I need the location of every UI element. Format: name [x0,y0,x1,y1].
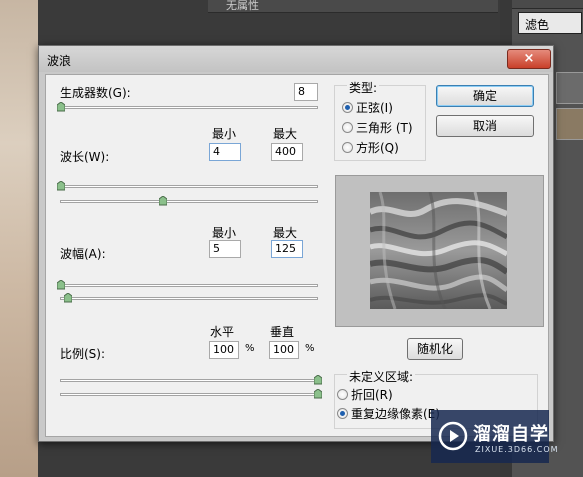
scale-vertical-slider-track[interactable] [60,393,318,396]
scale-horizontal-header: 水平 [210,325,235,339]
wave-dialog: 波浪 × 生成器数(G): 8 最小 最大 波长(W): 4 400 最小 最大… [38,45,554,442]
dialog-title: 波浪 [47,54,72,68]
close-button[interactable]: × [507,49,551,69]
dialog-titlebar[interactable]: 波浪 × [39,46,553,72]
wavelength-min-slider-thumb[interactable] [57,181,65,191]
type-group-title: 类型: [347,79,380,96]
layer-thumbnail[interactable] [556,108,583,140]
wavelength-min-input[interactable]: 4 [209,143,241,161]
properties-label: 无属性 [226,0,259,12]
scale-vertical-slider-thumb[interactable] [314,389,322,399]
generators-slider-thumb[interactable] [57,102,65,112]
amplitude-min-input[interactable]: 5 [209,240,241,258]
wavelength-max-slider-track[interactable] [60,200,318,203]
wavelength-min-header: 最小 [212,127,237,141]
repeat-edge-radio[interactable] [337,408,348,419]
scale-label: 比例(S): [60,347,106,361]
scale-vertical-header: 垂直 [270,325,295,339]
amplitude-max-slider-track[interactable] [60,297,318,300]
wavelength-min-slider-track[interactable] [60,185,318,188]
randomize-button[interactable]: 随机化 [407,338,463,360]
blend-mode-dropdown[interactable]: 滤色 [518,12,582,34]
repeat-edge-label[interactable]: 重复边缘像素(E) [351,405,440,422]
watermark: 溜溜自学 ZIXUE.3D66.COM [431,410,558,463]
generators-slider-track[interactable] [60,106,318,109]
layer-thumbnail[interactable] [556,72,583,104]
undefined-area-title: 未定义区域: [347,368,416,385]
play-logo-icon [438,421,468,451]
type-triangle-label[interactable]: 三角形 (T) [356,119,413,136]
wavelength-max-header: 最大 [273,127,298,141]
wave-preview-image [370,192,507,309]
layers-panel-header [512,0,583,9]
type-square-radio[interactable] [342,142,353,153]
wavelength-max-slider-thumb[interactable] [159,196,167,206]
ok-button[interactable]: 确定 [436,85,534,107]
scale-vertical-input[interactable]: 100 [269,341,299,359]
cancel-button[interactable]: 取消 [436,115,534,137]
type-sine-label[interactable]: 正弦(I) [356,99,393,116]
generators-input[interactable]: 8 [294,83,318,101]
watermark-name: 溜溜自学 [473,424,549,445]
close-icon: × [523,51,535,66]
scale-horizontal-input[interactable]: 100 [209,341,239,359]
type-triangle-radio[interactable] [342,122,353,133]
canvas-photo-edge [0,0,38,477]
amplitude-min-slider-thumb[interactable] [57,280,65,290]
watermark-url: ZIXUE.3D66.COM [475,445,559,454]
wavelength-max-input[interactable]: 400 [271,143,303,161]
amplitude-label: 波幅(A): [60,247,106,261]
blend-mode-value: 滤色 [525,18,550,32]
properties-panel-header: 无属性 [208,0,498,13]
type-sine-radio[interactable] [342,102,353,113]
wavelength-label: 波长(W): [60,150,110,164]
generators-label: 生成器数(G): [60,86,131,100]
preview-area[interactable] [335,175,544,327]
scale-vertical-unit: % [305,343,315,354]
scale-horizontal-unit: % [245,343,255,354]
dialog-content: 生成器数(G): 8 最小 最大 波长(W): 4 400 最小 最大 波幅(A… [45,74,549,437]
wrap-around-label[interactable]: 折回(R) [351,386,393,403]
wrap-around-radio[interactable] [337,389,348,400]
amplitude-min-slider-track[interactable] [60,284,318,287]
amplitude-max-header: 最大 [273,226,298,240]
amplitude-max-input[interactable]: 125 [271,240,303,258]
type-square-label[interactable]: 方形(Q) [356,139,399,156]
amplitude-max-slider-thumb[interactable] [64,293,72,303]
scale-horizontal-slider-thumb[interactable] [314,375,322,385]
scale-horizontal-slider-track[interactable] [60,379,318,382]
amplitude-min-header: 最小 [212,226,237,240]
